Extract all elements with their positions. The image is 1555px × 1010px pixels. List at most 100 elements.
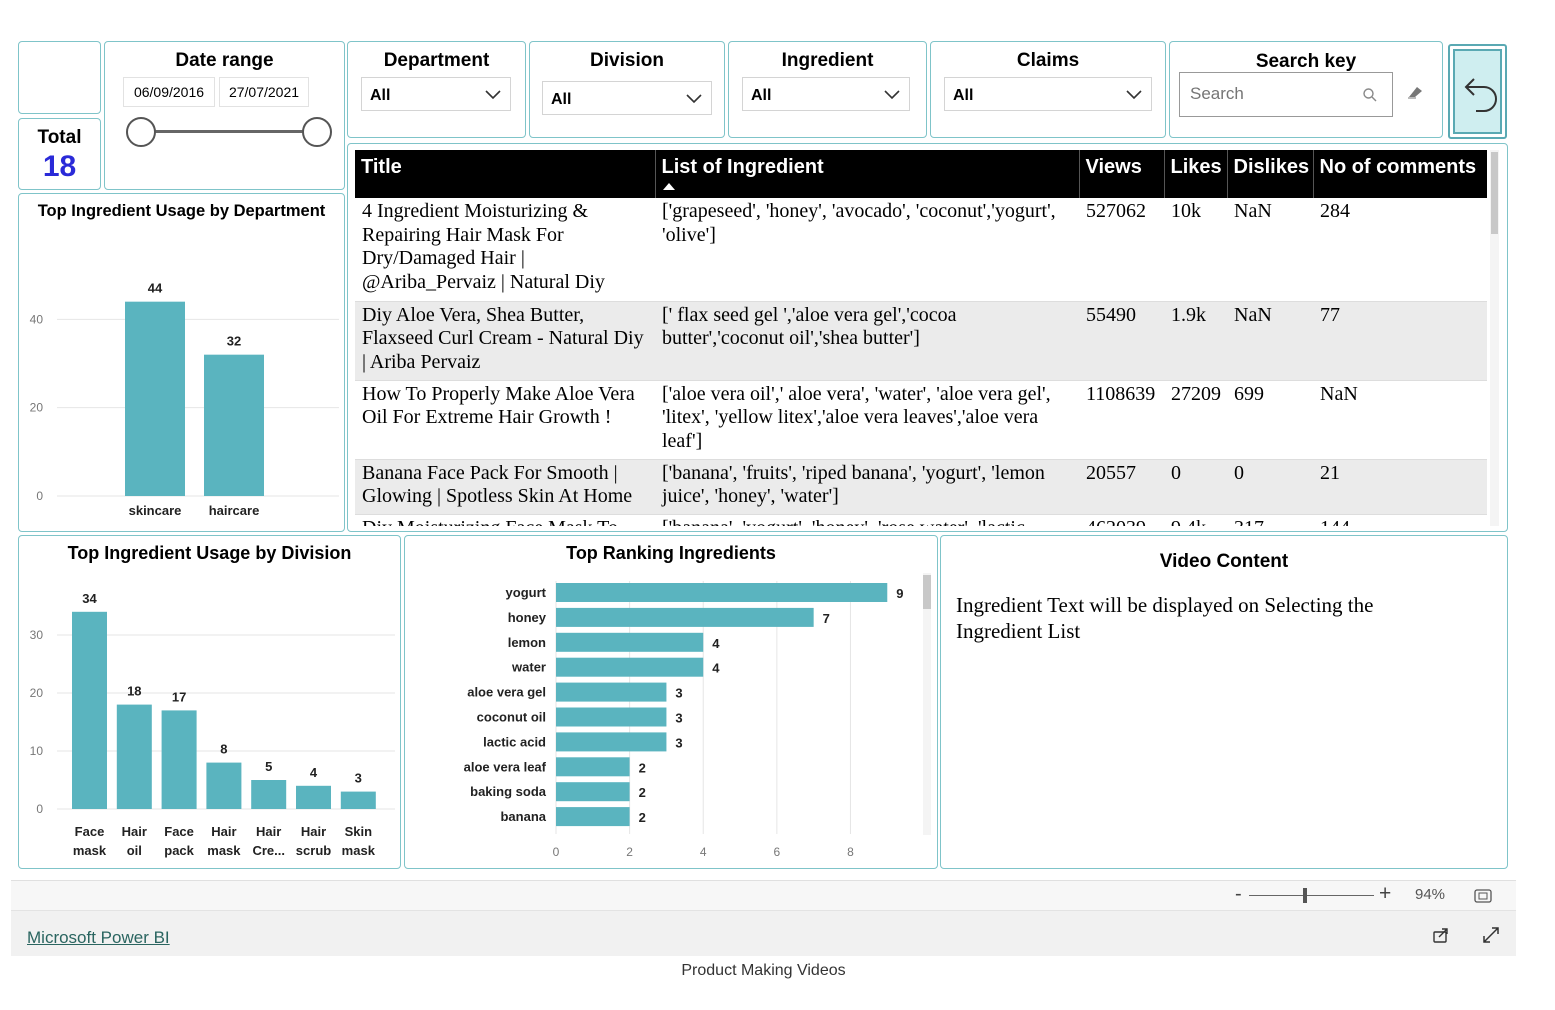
ranking-bar-chart: 0 2 4 6 8 yogurt 9 honey 7 lemon 4 water 4 aloe vera … <box>464 581 904 859</box>
x-tick-label: 4 <box>700 845 707 859</box>
total-card: Total 18 <box>18 118 101 190</box>
video-content-card: Video Content Ingredient Text will be di… <box>940 535 1508 869</box>
y-tick-label: 20 <box>30 686 44 700</box>
data-label: 2 <box>639 760 646 775</box>
claims-title: Claims <box>1016 50 1080 71</box>
date-slider-end-handle[interactable] <box>302 117 332 147</box>
start-date-input[interactable]: 06/09/2016 <box>123 77 215 107</box>
division-dropdown[interactable]: All <box>542 81 712 115</box>
back-arrow-icon <box>1464 78 1497 112</box>
cell-views: 527062 <box>1079 198 1164 302</box>
bar-water <box>556 657 704 677</box>
cell-views: 55490 <box>1079 301 1164 381</box>
data-label: 3 <box>675 711 682 726</box>
back-button[interactable] <box>1448 44 1507 139</box>
total-label: Total <box>37 127 82 148</box>
y-tick-label: 20 <box>30 401 44 415</box>
ingredient-dropdown[interactable]: All <box>742 77 910 111</box>
table-row[interactable]: 4 Ingredient Moisturizing & Repairing Ha… <box>355 198 1487 302</box>
y-tick-label: coconut oil <box>477 710 546 725</box>
data-label: 44 <box>148 281 163 296</box>
total-value: 18 <box>42 150 77 183</box>
cell-comments: 144 <box>1313 514 1487 526</box>
claims-dropdown[interactable]: All <box>944 77 1152 111</box>
department-chart-card: Top Ingredient Usage by Department 0 20 40… <box>18 193 345 532</box>
y-tick-label: 0 <box>36 802 43 816</box>
zoom-out-button[interactable]: - <box>1235 883 1242 906</box>
table-row[interactable]: Diy Aloe Vera, Shea Butter, Flaxseed Cur… <box>355 301 1487 381</box>
data-label: 2 <box>639 785 646 800</box>
cell-ingredients: ['grapeseed', 'honey', 'avocado', 'cocon… <box>655 198 1079 302</box>
y-tick-label: 0 <box>36 489 43 503</box>
bar-banana <box>556 807 630 827</box>
cell-views: 20557 <box>1079 459 1164 515</box>
ranking-chart-title: Top Ranking Ingredients <box>566 543 776 563</box>
date-range-title: Date range <box>175 50 274 71</box>
expand-icon[interactable] <box>1482 926 1500 944</box>
sort-ascending-icon[interactable] <box>662 182 676 191</box>
division-title: Division <box>590 50 664 71</box>
y-tick-label: baking soda <box>470 784 547 799</box>
table-header-row: Title List of Ingredient Views Likes Dis… <box>355 150 1487 198</box>
date-slider-start-handle[interactable] <box>126 117 156 147</box>
eraser-icon[interactable] <box>1406 85 1424 99</box>
powerbi-link[interactable]: Microsoft Power BI <box>27 928 170 948</box>
table-row[interactable]: Diy Moisturizing Face Mask To ['banana',… <box>355 514 1487 526</box>
data-label: 18 <box>127 684 141 699</box>
header-no-of-comments[interactable]: No of comments <box>1313 150 1487 198</box>
search-box[interactable] <box>1179 72 1393 117</box>
header-likes[interactable]: Likes <box>1164 150 1228 198</box>
data-label: 34 <box>82 591 97 606</box>
ingredient-value: All <box>751 87 772 104</box>
cell-title: Diy Moisturizing Face Mask To <box>355 514 655 526</box>
x-tick-label: mask <box>207 843 241 858</box>
search-input[interactable] <box>1190 84 1350 104</box>
header-views[interactable]: Views <box>1079 150 1165 198</box>
share-icon[interactable] <box>1432 926 1450 944</box>
zoom-slider[interactable] <box>1249 888 1374 903</box>
department-chart-title: Top Ingredient Usage by Department <box>37 202 326 220</box>
header-dislikes[interactable]: Dislikes <box>1227 150 1314 198</box>
table-row[interactable]: How To Properly Make Aloe Vera Oil For E… <box>355 380 1487 460</box>
header-list-of-ingredient[interactable]: List of Ingredient <box>655 150 1080 198</box>
table-row[interactable]: Banana Face Pack For Smooth | Glowing | … <box>355 459 1487 515</box>
bar-aloe-vera-leaf <box>556 757 630 777</box>
x-tick-label: Hair <box>211 824 236 839</box>
x-tick-label: mask <box>342 843 376 858</box>
zoom-slider-thumb[interactable] <box>1303 888 1308 903</box>
chevron-down-icon <box>485 90 501 100</box>
cell-dislikes: 0 <box>1227 459 1313 515</box>
x-tick-label: oil <box>127 843 142 858</box>
y-tick-label: 40 <box>30 312 44 326</box>
cell-title: Diy Aloe Vera, Shea Butter, Flaxseed Cur… <box>355 301 655 381</box>
bar-aloe-vera-gel <box>556 682 667 702</box>
y-tick-label: honey <box>508 610 547 625</box>
x-tick-label: Skin <box>345 824 373 839</box>
x-tick-label: 0 <box>553 845 560 859</box>
fit-page-icon[interactable] <box>1474 889 1492 903</box>
department-slicer: Department All <box>347 41 526 138</box>
department-dropdown[interactable]: All <box>361 77 511 111</box>
data-label: 4 <box>712 636 720 651</box>
cell-comments: NaN <box>1313 380 1487 460</box>
cell-views: 462039 <box>1079 514 1164 526</box>
table-scrollbar-thumb[interactable] <box>1491 152 1498 234</box>
cell-ingredients: ['aloe vera oil',' aloe vera', 'water', … <box>655 380 1079 460</box>
bar-hair-oil <box>116 704 152 809</box>
table-scrollbar[interactable] <box>1490 150 1499 526</box>
y-tick-label: lactic acid <box>483 734 546 749</box>
video-content-text: Ingredient Text will be displayed on Sel… <box>956 593 1374 643</box>
data-label: 5 <box>265 759 272 774</box>
division-slicer: Division All <box>529 41 725 138</box>
end-date-input[interactable]: 27/07/2021 <box>219 77 309 107</box>
search-icon[interactable] <box>1362 87 1378 103</box>
ranking-scrollbar[interactable] <box>923 573 931 835</box>
header-title[interactable]: Title <box>355 150 656 198</box>
x-tick-label: haircare <box>209 503 260 518</box>
zoom-in-button[interactable]: + <box>1379 882 1391 906</box>
bar-baking-soda <box>556 782 630 802</box>
cell-likes: 0 <box>1164 459 1227 515</box>
ranking-scrollbar-thumb[interactable] <box>923 575 931 609</box>
bar-hair-mask <box>206 762 242 809</box>
y-tick-label: yogurt <box>506 585 547 600</box>
